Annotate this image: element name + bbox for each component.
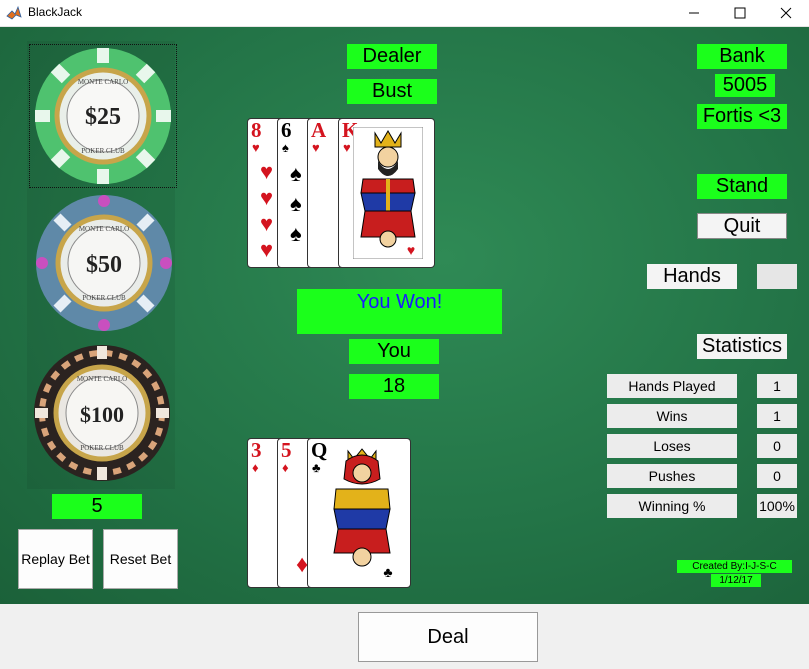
bank-amount: 5005 xyxy=(715,74,775,97)
dealer-card-king: K ♥ ♥ xyxy=(338,118,435,268)
stat-loses-label: Loses xyxy=(607,434,737,458)
dealer-status: Bust xyxy=(347,79,437,104)
stat-winning-pct-value: 100% xyxy=(757,494,797,518)
stat-wins-label: Wins xyxy=(607,404,737,428)
quit-button[interactable]: Quit xyxy=(697,213,787,239)
heart-icon: ♥ xyxy=(252,140,260,155)
close-icon xyxy=(780,7,792,19)
svg-text:$100: $100 xyxy=(80,402,124,427)
card-rank: 5 xyxy=(281,438,292,462)
svg-text:$25: $25 xyxy=(85,104,121,130)
diamond-icon: ♦ xyxy=(282,460,289,475)
stand-button[interactable]: Stand xyxy=(697,174,787,199)
stat-winning-pct-label: Winning % xyxy=(607,494,737,518)
maximize-button[interactable] xyxy=(717,0,763,26)
hands-value xyxy=(757,264,797,289)
chip-25-icon: MONTE CARLO $25 POKER CLUB xyxy=(35,48,171,184)
deal-button[interactable]: Deal xyxy=(358,612,538,662)
heart-icon: ♥ xyxy=(312,140,320,155)
queen-face-icon: ♣ xyxy=(333,448,393,580)
card-rank: 6 xyxy=(281,118,292,142)
bank-label: Bank xyxy=(697,44,787,69)
card-rank: A xyxy=(311,118,327,142)
spade-icon: ♠ xyxy=(282,140,289,155)
player-label: You xyxy=(349,339,439,364)
reset-bet-button[interactable]: Reset Bet xyxy=(103,529,178,589)
player-name: Fortis <3 xyxy=(697,104,787,129)
title-bar: BlackJack xyxy=(0,0,809,27)
hands-label: Hands xyxy=(647,264,737,289)
maximize-icon xyxy=(734,7,746,19)
matlab-app-icon xyxy=(6,5,22,20)
heart-icon: ♥ xyxy=(343,140,351,155)
credits-author: Created By:I-J-S-C xyxy=(677,560,792,573)
chip-50-icon: MONTE CARLO $50 POKER CLUB xyxy=(36,195,172,331)
svg-text:POKER CLUB: POKER CLUB xyxy=(82,294,126,302)
replay-bet-button[interactable]: Replay Bet xyxy=(18,529,93,589)
player-total: 18 xyxy=(349,374,439,399)
player-card-queen: Q ♣ ♣ xyxy=(307,438,411,588)
statistics-label: Statistics xyxy=(697,334,787,359)
diamond-icon: ♦ xyxy=(252,460,259,475)
stat-pushes-label: Pushes xyxy=(607,464,737,488)
svg-text:$50: $50 xyxy=(86,252,122,278)
window-title: BlackJack xyxy=(28,5,83,19)
bet-amount: 5 xyxy=(52,494,142,519)
credits-date: 1/12/17 xyxy=(711,574,761,587)
svg-text:♥: ♥ xyxy=(407,242,415,258)
club-icon: ♣ xyxy=(312,460,321,475)
result-message: You Won! xyxy=(297,289,502,334)
close-button[interactable] xyxy=(763,0,809,26)
svg-text:MONTE CARLO: MONTE CARLO xyxy=(77,375,127,383)
stat-wins-value: 1 xyxy=(757,404,797,428)
svg-text:POKER CLUB: POKER CLUB xyxy=(80,444,124,452)
svg-text:♣: ♣ xyxy=(383,564,392,580)
card-pips: ♥ ♥ ♥ ♥ xyxy=(260,159,274,262)
stat-hands-played-value: 1 xyxy=(757,374,797,398)
svg-text:MONTE CARLO: MONTE CARLO xyxy=(79,225,129,233)
card-pips: ♠ ♠ ♠ xyxy=(290,161,302,246)
chip-50-button[interactable]: MONTE CARLO $50 POKER CLUB xyxy=(33,193,175,333)
stat-loses-value: 0 xyxy=(757,434,797,458)
minimize-icon xyxy=(689,12,699,14)
chip-25-button[interactable]: MONTE CARLO $25 POKER CLUB xyxy=(29,44,177,188)
dealer-label: Dealer xyxy=(347,44,437,69)
chip-100-icon: MONTE CARLO $100 POKER CLUB xyxy=(34,345,170,481)
stat-hands-played-label: Hands Played xyxy=(607,374,737,398)
card-rank: 3 xyxy=(251,438,262,462)
stat-pushes-value: 0 xyxy=(757,464,797,488)
king-face-icon: ♥ xyxy=(353,127,423,259)
chip-100-button[interactable]: MONTE CARLO $100 POKER CLUB xyxy=(31,343,173,483)
minimize-button[interactable] xyxy=(671,0,717,26)
svg-text:POKER CLUB: POKER CLUB xyxy=(81,147,125,155)
card-rank: 8 xyxy=(251,118,262,142)
svg-text:MONTE CARLO: MONTE CARLO xyxy=(78,78,128,86)
